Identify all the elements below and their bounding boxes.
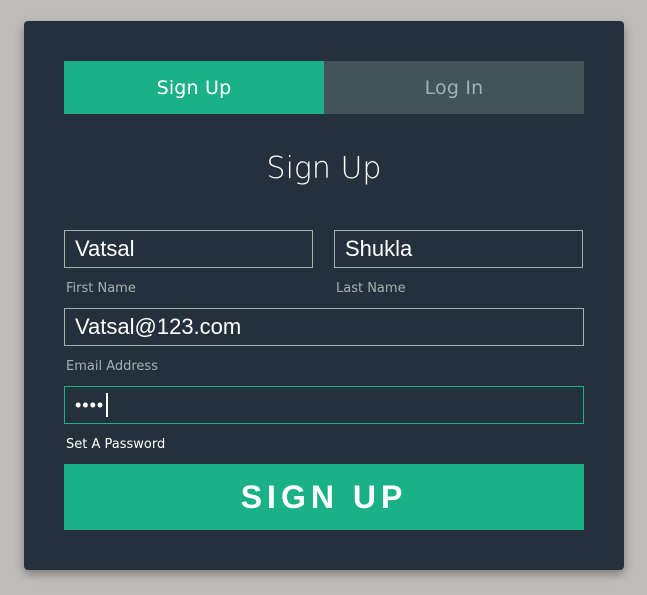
first-name-value: Vatsal <box>75 236 135 261</box>
email-value: Vatsal@123.com <box>75 314 242 339</box>
text-caret <box>106 393 109 417</box>
tab-sign-up[interactable]: Sign Up <box>64 61 324 114</box>
last-name-value: Shukla <box>345 236 413 261</box>
tab-bar: Sign Up Log In <box>64 61 584 114</box>
password-input[interactable]: •••• <box>64 386 584 424</box>
password-masked-value: •••• <box>75 394 105 415</box>
sign-up-button[interactable]: SIGN UP <box>64 464 584 530</box>
last-name-label: Last Name <box>336 281 406 296</box>
first-name-input[interactable]: Vatsal <box>64 230 313 268</box>
signup-card: Sign Up Log In Sign Up Vatsal First Name… <box>24 21 624 570</box>
form-heading: Sign Up <box>266 151 382 186</box>
email-input[interactable]: Vatsal@123.com <box>64 308 584 346</box>
email-label: Email Address <box>66 359 158 374</box>
password-label: Set A Password <box>66 437 166 452</box>
last-name-input[interactable]: Shukla <box>334 230 583 268</box>
first-name-label: First Name <box>66 281 136 296</box>
tab-log-in[interactable]: Log In <box>324 61 584 114</box>
